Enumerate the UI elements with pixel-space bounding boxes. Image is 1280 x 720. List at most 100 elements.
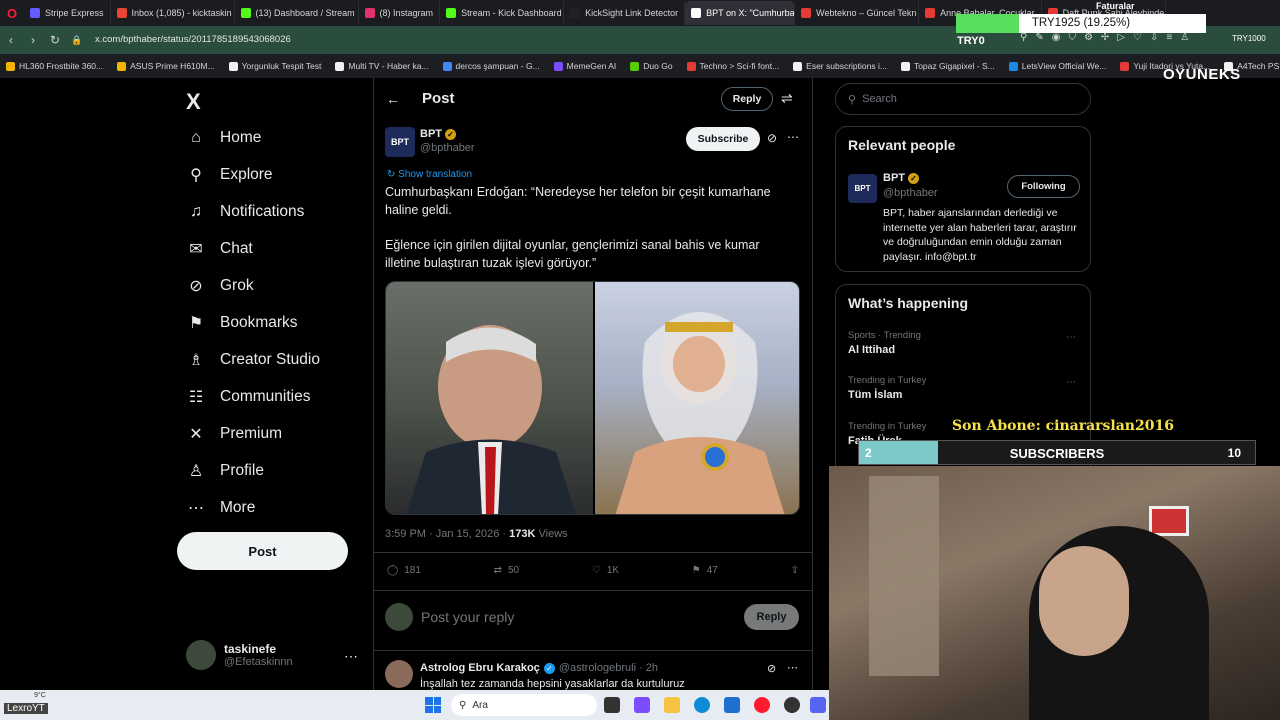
bookmark-item[interactable]: MemeGen AI bbox=[553, 61, 616, 71]
bookmark-item[interactable]: Duo Go bbox=[630, 61, 673, 71]
weather-widget[interactable]: 9°C bbox=[34, 692, 46, 699]
more-icon[interactable]: ⋯ bbox=[787, 661, 798, 674]
reply-author[interactable]: Astrolog Ebru Karakoç bbox=[420, 662, 540, 674]
obs-icon[interactable] bbox=[784, 697, 800, 713]
grok-icon[interactable]: ⊘ bbox=[767, 131, 777, 145]
media-photo-right[interactable] bbox=[593, 282, 799, 514]
filter-icon[interactable]: ⇌ bbox=[781, 90, 793, 107]
trend-item[interactable]: Trending in Turkey Tüm İslam bbox=[848, 375, 926, 401]
trend-more-icon[interactable]: ⋯ bbox=[1066, 377, 1076, 388]
reply-top-button[interactable]: Reply bbox=[721, 87, 773, 111]
file-explorer-icon[interactable] bbox=[664, 697, 680, 713]
media-photo-left[interactable] bbox=[386, 282, 593, 514]
sidebar-item-premium[interactable]: ✕ Premium bbox=[186, 424, 282, 444]
bookmark-item[interactable]: HL360 Frostbite 360... bbox=[6, 61, 103, 71]
tab-1[interactable]: Inbox (1,085) - kicktaskin bbox=[111, 1, 235, 25]
reply-input[interactable]: Post your reply bbox=[421, 609, 514, 625]
tab-favicon-icon bbox=[116, 8, 127, 18]
edit-icon[interactable]: ✎ bbox=[1035, 32, 1043, 43]
camera-icon[interactable]: ◉ bbox=[1052, 32, 1061, 43]
trend-more-icon[interactable]: ⋯ bbox=[1066, 332, 1076, 343]
back-icon[interactable]: ‹ bbox=[0, 33, 22, 47]
edge-icon[interactable] bbox=[694, 697, 710, 713]
heart-icon[interactable]: ♡ bbox=[1133, 32, 1142, 43]
zoom-icon[interactable]: ⚲ bbox=[1020, 32, 1027, 43]
url-field[interactable]: x.com/bpthaber/status/201178518954306802… bbox=[95, 34, 291, 45]
reload-icon[interactable]: ↻ bbox=[44, 33, 66, 47]
tweet-media[interactable] bbox=[385, 281, 800, 515]
subscribe-button[interactable]: Subscribe bbox=[686, 127, 760, 151]
sidebar-item-bookmarks[interactable]: ⚑ Bookmarks bbox=[186, 313, 298, 333]
author-handle[interactable]: @bpthaber bbox=[420, 142, 475, 154]
back-arrow-icon[interactable]: ← bbox=[386, 91, 400, 107]
sidebar-item-label: Home bbox=[220, 129, 262, 146]
rp-handle[interactable]: @bpthaber bbox=[883, 187, 938, 199]
rp-name[interactable]: BPT ✓ bbox=[883, 172, 919, 184]
extension-icon[interactable]: ✢ bbox=[1101, 32, 1109, 43]
grok-icon[interactable]: ⊘ bbox=[767, 662, 776, 675]
play-icon[interactable]: ▷ bbox=[1117, 32, 1125, 43]
address-bar-tools: ⚲ ✎ ◉ ⛉ ⚙ ✢ ▷ ♡ ⇩ ≡ ♙ bbox=[1020, 32, 1189, 43]
tab-2[interactable]: (13) Dashboard / Stream bbox=[235, 1, 359, 25]
discord-icon[interactable] bbox=[810, 697, 826, 713]
reply-button[interactable]: Reply bbox=[744, 604, 799, 630]
sidebar-item-notifications[interactable]: ♫ Notifications bbox=[186, 202, 304, 222]
post-button[interactable]: Post bbox=[177, 532, 348, 570]
following-button[interactable]: Following bbox=[1007, 175, 1080, 198]
trend-item[interactable]: Sports · Trending Al Ittihad bbox=[848, 330, 921, 356]
sidebar-item-home[interactable]: ⌂ Home bbox=[186, 128, 261, 148]
download-icon[interactable]: ⇩ bbox=[1150, 32, 1158, 43]
bookmark-action[interactable]: ⚑ 47 bbox=[692, 565, 718, 576]
bookmark-item[interactable]: Eser subscriptions i... bbox=[793, 61, 887, 71]
account-more-icon[interactable]: ⋯ bbox=[344, 648, 358, 665]
shield-icon[interactable]: ⛉ bbox=[1068, 32, 1076, 43]
copilot-icon[interactable] bbox=[634, 697, 650, 713]
avatar[interactable] bbox=[385, 660, 413, 688]
sidebar-item-profile[interactable]: ♙ Profile bbox=[186, 461, 264, 481]
repost-action[interactable]: ⇄ 50 bbox=[494, 565, 520, 576]
tab-5[interactable]: KickSight Link Detector bbox=[564, 1, 686, 25]
opera-logo-icon[interactable]: O bbox=[0, 0, 24, 26]
tab-4[interactable]: Stream - Kick Dashboard bbox=[440, 1, 565, 25]
profile-icon[interactable]: ♙ bbox=[1180, 32, 1189, 43]
tab-6[interactable]: BPT on X: "Cumhurbaşkan× bbox=[685, 1, 796, 25]
bookmark-item[interactable]: Multi TV - Haber ka... bbox=[335, 61, 429, 71]
bookmark-item[interactable]: Yorgunluk Tespit Test bbox=[228, 61, 321, 71]
forward-icon[interactable]: › bbox=[22, 33, 44, 47]
tab-7[interactable]: Webtekno – Güncel Tekn bbox=[795, 1, 920, 25]
tab-3[interactable]: (8) Instagram bbox=[359, 1, 441, 25]
more-icon[interactable]: ⋯ bbox=[787, 130, 799, 144]
reply-handle[interactable]: @astrologebruli · 2h bbox=[559, 662, 658, 674]
author-name[interactable]: BPT ✓ bbox=[420, 128, 456, 140]
settings-icon[interactable]: ⚙ bbox=[1084, 32, 1093, 43]
rp-avatar[interactable]: BPT bbox=[848, 174, 877, 203]
bookmark-item[interactable]: Techno > Sci-fi font... bbox=[686, 61, 779, 71]
reply-composer[interactable]: Post your reply bbox=[385, 603, 514, 631]
bookmark-item[interactable]: ASUS Prime H610M... bbox=[117, 61, 215, 71]
windows-start-icon[interactable] bbox=[425, 697, 441, 713]
bookmark-item[interactable]: Topaz Gigapixel - S... bbox=[900, 61, 995, 71]
taskbar-search[interactable]: ⚲ Ara bbox=[451, 694, 597, 716]
tab-0[interactable]: Stripe Express bbox=[24, 1, 111, 25]
bookmark-item[interactable]: LetsView Official We... bbox=[1008, 61, 1106, 71]
reply-action[interactable]: ◯ 181 bbox=[387, 565, 421, 576]
search-input[interactable]: ⚲ Search bbox=[835, 83, 1091, 115]
sidebar-item-chat[interactable]: ✉ Chat bbox=[186, 239, 252, 259]
sidebar-item-communities[interactable]: ☷ Communities bbox=[186, 387, 311, 407]
opera-icon[interactable] bbox=[754, 697, 770, 713]
account-switcher[interactable]: taskinefe @Efetaskinnn bbox=[186, 640, 293, 670]
sidebar-item-grok[interactable]: ⊘ Grok bbox=[186, 276, 253, 296]
menu-icon[interactable]: ≡ bbox=[1166, 32, 1172, 43]
sidebar-item-creator-studio[interactable]: ♗ Creator Studio bbox=[186, 350, 320, 370]
x-logo-icon[interactable]: X bbox=[186, 89, 201, 115]
store-icon[interactable] bbox=[724, 697, 740, 713]
sidebar-item-more[interactable]: ⋯ More bbox=[186, 498, 255, 518]
share-action[interactable]: ⇪ bbox=[791, 565, 799, 576]
like-action[interactable]: ♡ 1K bbox=[592, 565, 619, 576]
task-view-icon[interactable] bbox=[604, 697, 620, 713]
sidebar-item-explore[interactable]: ⚲ Explore bbox=[186, 165, 272, 185]
author-avatar[interactable]: BPT bbox=[385, 127, 415, 157]
show-translation-link[interactable]: ↻ Show translation bbox=[387, 169, 472, 180]
post-timestamp[interactable]: 3:59 PM · Jan 15, 2026 · bbox=[385, 528, 509, 540]
bookmark-item[interactable]: dercos şampuan - G... bbox=[442, 61, 540, 71]
